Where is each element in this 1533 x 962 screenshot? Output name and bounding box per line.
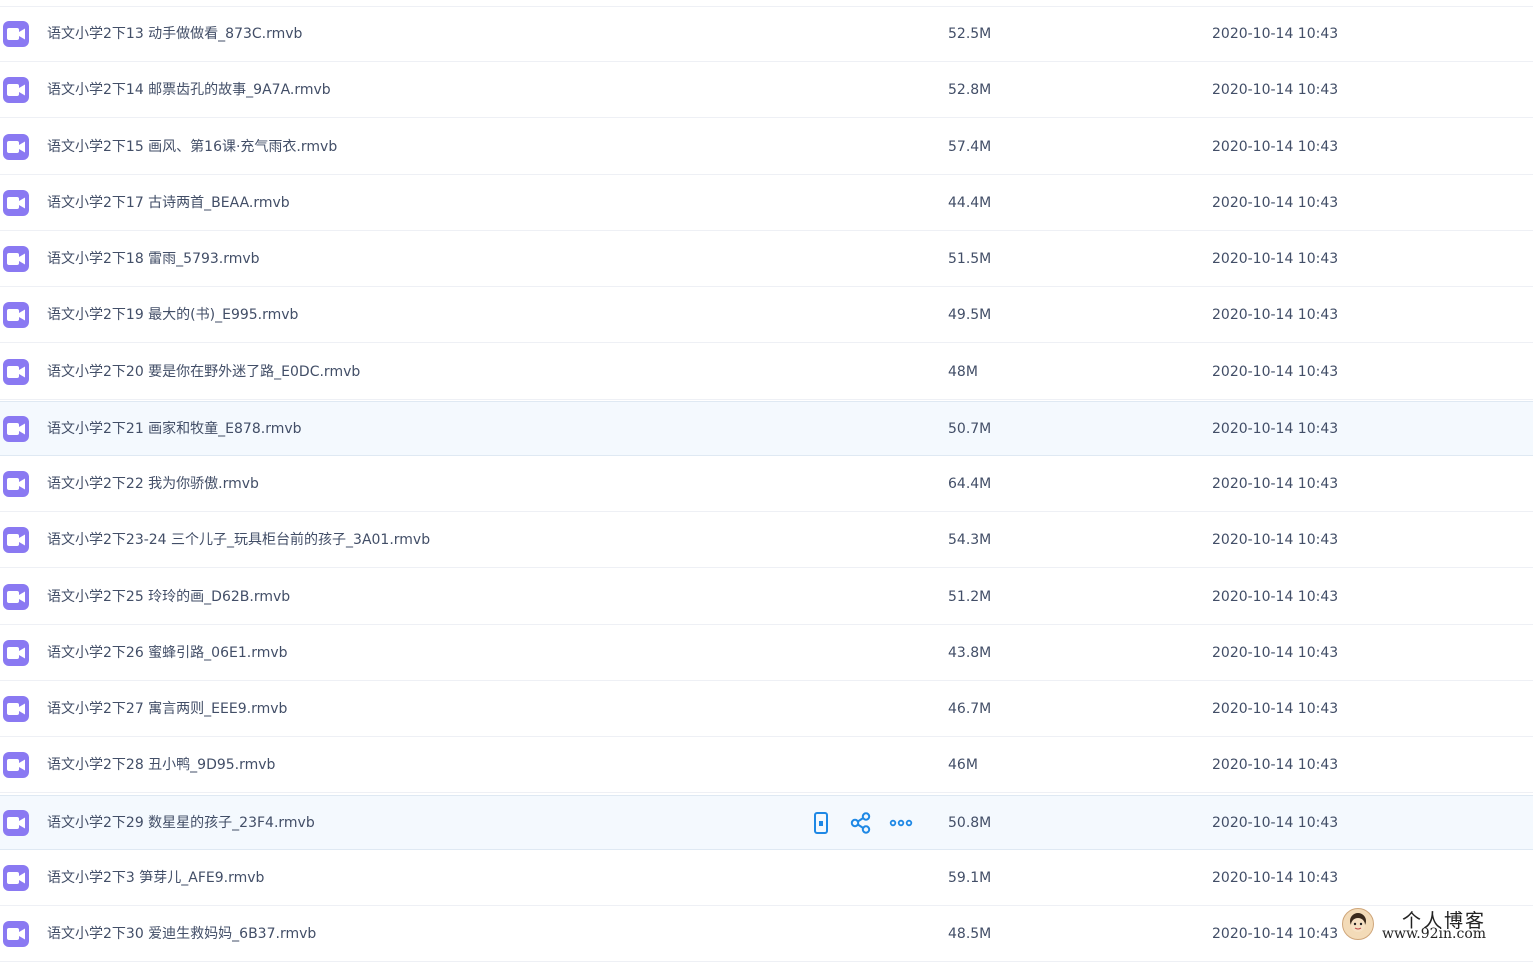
file-modified-time: 2020-10-14 10:43 [1212, 476, 1339, 492]
file-size: 51.2M [948, 588, 992, 605]
file-name[interactable]: 语文小学2下27 寓言两则_EEE9.rmvb [47, 682, 287, 737]
video-file-icon [3, 921, 29, 947]
video-file-icon [3, 809, 29, 836]
more-icon[interactable] [888, 810, 914, 836]
table-row[interactable]: 语文小学2下21 画家和牧童_E878.rmvb 50.7M 2020-10-14 … [0, 400, 1533, 457]
video-file-icon [3, 696, 29, 722]
file-modified-time: 2020-10-14 10:43 [1212, 82, 1339, 99]
file-size: 43.8M [948, 644, 992, 661]
file-size: 48M [948, 363, 978, 380]
file-modified-time: 2020-10-14 10:43 [1212, 701, 1339, 717]
file-modified-time: 2020-10-14 10:43 [1212, 420, 1339, 437]
video-file-icon [3, 471, 29, 497]
table-row[interactable]: 语文小学2下18 雷雨_5793.rmvb 51.5M 2020-10-14 10:… [0, 232, 1533, 287]
file-name[interactable]: 语文小学2下17 古诗两首_BEAA.rmvb [47, 176, 290, 231]
table-row[interactable]: 语文小学2下19 最大的(书)_E995.rmvb 49.5M 2020-10-14… [0, 288, 1533, 344]
file-modified-time: 2020-10-14 10:43 [1212, 757, 1339, 774]
table-row[interactable]: 语文小学2下23-24 三个儿子_玩具柜台前的孩子_3A01.rmvb 54.3M… [0, 513, 1533, 569]
phone-icon[interactable] [808, 810, 834, 836]
file-modified-time: 2020-10-14 10:43 [1212, 926, 1339, 942]
table-row[interactable]: 语文小学2下3 笋芽儿_AFE9.rmvb 59.1M 2020-10-14 10:… [0, 851, 1533, 906]
video-file-icon [3, 415, 29, 442]
video-file-icon [3, 133, 29, 160]
file-size: 50.7M [948, 420, 992, 437]
file-name[interactable]: 语文小学2下19 最大的(书)_E995.rmvb [47, 288, 298, 343]
file-modified-time: 2020-10-14 10:43 [1212, 869, 1339, 886]
file-modified-time: 2020-10-14 10:43 [1212, 194, 1339, 211]
table-row[interactable]: 语文小学2下20 要是你在野外迷了路_E0DC.rmvb 48M 2020-10-1… [0, 345, 1533, 400]
video-file-icon [3, 302, 29, 329]
file-modified-time: 2020-10-14 10:43 [1212, 644, 1339, 661]
file-name[interactable]: 语文小学2下22 我为你骄傲.rmvb [47, 457, 259, 512]
file-name[interactable]: 语文小学2下14 邮票齿孔的故事_9A7A.rmvb [47, 63, 331, 118]
file-name[interactable]: 语文小学2下18 雷雨_5793.rmvb [47, 232, 260, 287]
table-row[interactable]: 语文小学2下28 丑小鸭_9D95.rmvb 46M 2020-10-14 10:4… [0, 738, 1533, 794]
file-size: 51.5M [948, 251, 992, 267]
watermark-url: www.92in.com [1382, 926, 1487, 942]
file-modified-time: 2020-10-14 10:43 [1212, 532, 1339, 549]
share-icon[interactable] [848, 810, 874, 836]
video-file-icon [3, 583, 29, 610]
file-modified-time: 2020-10-14 10:43 [1212, 138, 1339, 155]
file-modified-time: 2020-10-14 10:43 [1212, 814, 1339, 831]
file-name[interactable]: 语文小学2下30 爱迪生救妈妈_6B37.rmvb [47, 907, 316, 962]
file-size: 52.8M [948, 82, 992, 99]
file-name[interactable]: 语文小学2下26 蜜蜂引路_06E1.rmvb [47, 626, 288, 681]
file-size: 59.1M [948, 869, 992, 886]
file-modified-time: 2020-10-14 10:43 [1212, 251, 1339, 267]
file-name[interactable]: 语文小学2下21 画家和牧童_E878.rmvb [47, 402, 302, 457]
file-size: 64.4M [948, 476, 992, 492]
file-size: 52.5M [948, 26, 992, 42]
video-file-icon [3, 358, 29, 385]
table-row[interactable]: 语文小学2下15 画风、第16课·充气雨衣.rmvb 57.4M 2020-10-1… [0, 120, 1533, 175]
file-size: 49.5M [948, 307, 992, 324]
file-size: 46.7M [948, 701, 992, 717]
video-file-icon [3, 77, 29, 104]
file-size: 48.5M [948, 926, 992, 942]
file-name[interactable]: 语文小学2下3 笋芽儿_AFE9.rmvb [47, 851, 264, 906]
file-name[interactable]: 语文小学2下25 玲玲的画_D62B.rmvb [47, 570, 290, 625]
file-size: 44.4M [948, 194, 992, 211]
video-file-icon [3, 21, 29, 47]
table-row[interactable]: 语文小学2下27 寓言两则_EEE9.rmvb 46.7M 2020-10-14 1… [0, 682, 1533, 737]
file-name[interactable]: 语文小学2下20 要是你在野外迷了路_E0DC.rmvb [47, 345, 360, 400]
table-row[interactable]: 语文小学2下13 动手做做看_873C.rmvb 52.5M 2020-10-14 … [0, 7, 1533, 62]
file-name[interactable]: 语文小学2下13 动手做做看_873C.rmvb [47, 7, 302, 62]
file-size: 46M [948, 757, 978, 774]
file-size: 54.3M [948, 532, 992, 549]
file-modified-time: 2020-10-14 10:43 [1212, 588, 1339, 605]
video-file-icon [3, 752, 29, 779]
table-row[interactable]: 语文小学2下29 数星星的孩子_23F4.rmvb 50.8M 2020-10-14… [0, 794, 1533, 851]
video-file-icon [3, 864, 29, 891]
table-row[interactable]: 语文小学2下17 古诗两首_BEAA.rmvb 44.4M 2020-10-14 1… [0, 176, 1533, 231]
file-name[interactable]: 语文小学2下23-24 三个儿子_玩具柜台前的孩子_3A01.rmvb [47, 513, 430, 568]
file-modified-time: 2020-10-14 10:43 [1212, 307, 1339, 324]
video-file-icon [3, 639, 29, 666]
video-file-icon [3, 527, 29, 554]
file-name[interactable]: 语文小学2下28 丑小鸭_9D95.rmvb [47, 738, 275, 793]
file-size: 57.4M [948, 138, 992, 155]
file-list: 语文小学2下13 动手做做看_873C.rmvb 52.5M 2020-10-14 … [0, 0, 1533, 962]
video-file-icon [3, 246, 29, 272]
table-row[interactable]: 语文小学2下30 爱迪生救妈妈_6B37.rmvb 48.5M 2020-10-14… [0, 907, 1533, 962]
file-name[interactable]: 语文小学2下29 数星星的孩子_23F4.rmvb [47, 796, 315, 851]
table-row[interactable]: 语文小学2下22 我为你骄傲.rmvb 64.4M 2020-10-14 10:43 [0, 457, 1533, 512]
file-modified-time: 2020-10-14 10:43 [1212, 363, 1339, 380]
table-row[interactable]: 语文小学2下26 蜜蜂引路_06E1.rmvb 43.8M 2020-10-14 1… [0, 626, 1533, 681]
file-size: 50.8M [948, 814, 992, 831]
table-row[interactable]: 语文小学2下25 玲玲的画_D62B.rmvb 51.2M 2020-10-14 1… [0, 570, 1533, 625]
watermark: 个人博客 www.92in.com [1340, 906, 1530, 946]
video-file-icon [3, 189, 29, 216]
watermark-avatar-icon [1342, 908, 1374, 940]
file-name[interactable]: 语文小学2下15 画风、第16课·充气雨衣.rmvb [47, 120, 337, 175]
file-modified-time: 2020-10-14 10:43 [1212, 26, 1339, 42]
table-row[interactable]: 语文小学2下14 邮票齿孔的故事_9A7A.rmvb 52.8M 2020-10-1… [0, 63, 1533, 119]
